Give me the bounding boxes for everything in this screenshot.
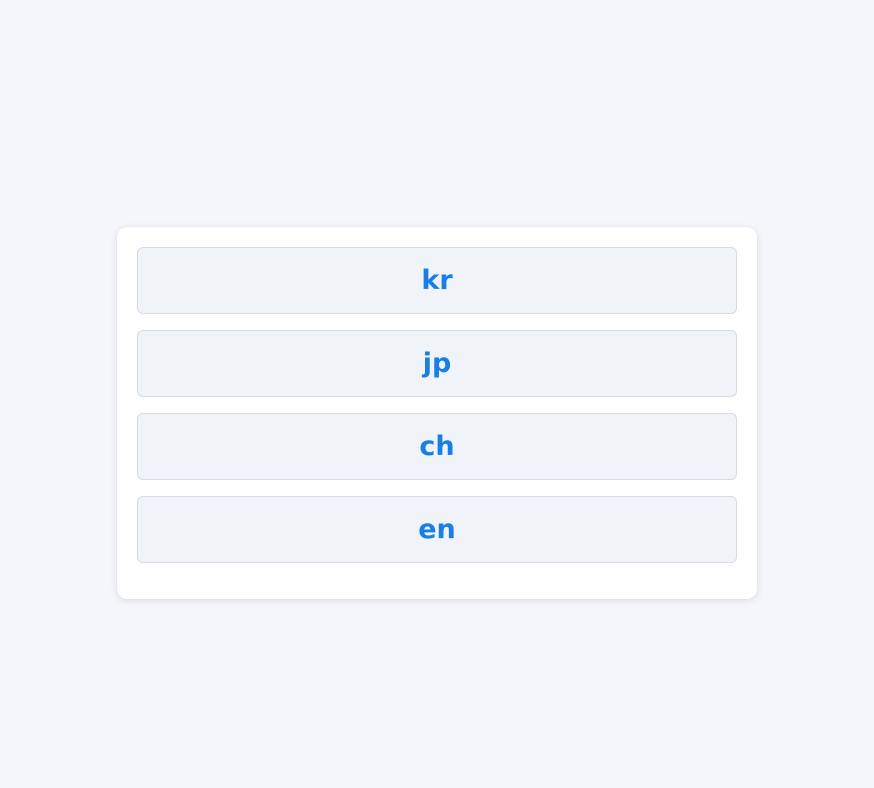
language-button-kr[interactable]: kr: [137, 247, 737, 314]
language-button-ch[interactable]: ch: [137, 413, 737, 480]
language-button-jp[interactable]: jp: [137, 330, 737, 397]
language-button-en[interactable]: en: [137, 496, 737, 563]
language-select-card: kr jp ch en: [117, 227, 757, 599]
